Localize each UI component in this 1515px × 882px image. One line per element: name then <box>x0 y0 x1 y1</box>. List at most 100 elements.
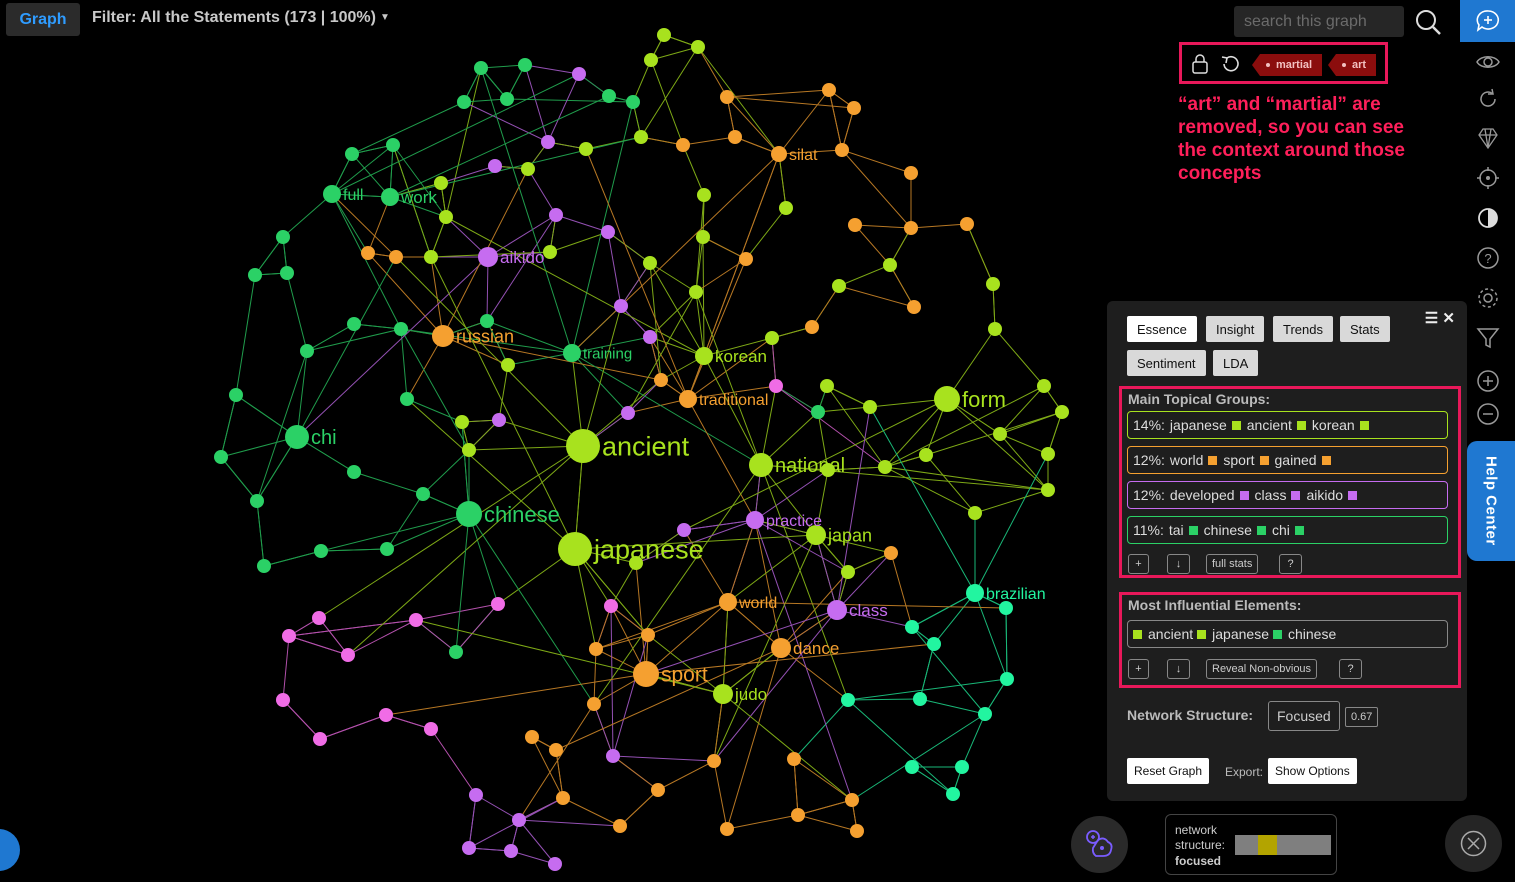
download-topics-button[interactable]: ↓ <box>1167 554 1190 574</box>
add-topic-button[interactable]: + <box>1128 554 1149 574</box>
graph-node[interactable] <box>1041 447 1055 461</box>
graph-node[interactable] <box>341 648 355 662</box>
graph-node[interactable] <box>614 299 628 313</box>
node-practice[interactable] <box>746 511 764 529</box>
graph-node[interactable] <box>439 210 453 224</box>
graph-node[interactable] <box>276 693 290 707</box>
node-chinese[interactable] <box>456 501 482 527</box>
graph-node[interactable] <box>280 266 294 280</box>
close-overlay-button[interactable] <box>1445 815 1502 872</box>
graph-node[interactable] <box>999 601 1013 615</box>
graph-node[interactable] <box>572 67 586 81</box>
graph-node[interactable] <box>841 565 855 579</box>
graph-node[interactable] <box>229 388 243 402</box>
download-influential-button[interactable]: ↓ <box>1167 659 1190 679</box>
graph-node[interactable] <box>379 708 393 722</box>
graph-node[interactable] <box>455 415 469 429</box>
graph-node[interactable] <box>214 450 228 464</box>
reveal-non-obvious-button[interactable]: Reveal Non-obvious <box>1206 659 1318 679</box>
topic-word[interactable]: chinese <box>1204 522 1252 538</box>
node-russian[interactable] <box>432 325 454 347</box>
menu-lines-icon[interactable]: ☰ <box>1425 310 1438 327</box>
graph-node[interactable] <box>968 506 982 520</box>
node-full[interactable] <box>323 185 341 203</box>
graph-node[interactable] <box>424 250 438 264</box>
node-korean[interactable] <box>695 347 713 365</box>
graph-node[interactable] <box>905 620 919 634</box>
help-icon[interactable]: ? <box>1476 246 1500 270</box>
reset-graph-button[interactable]: Reset Graph <box>1127 758 1210 784</box>
graph-node[interactable] <box>904 221 918 235</box>
topic-word[interactable]: sport <box>1223 452 1254 468</box>
settings-gear-icon[interactable] <box>1476 286 1500 310</box>
graph-node[interactable] <box>512 813 526 827</box>
graph-node[interactable] <box>820 379 834 393</box>
graph-node[interactable] <box>347 317 361 331</box>
graph-node[interactable] <box>257 559 271 573</box>
graph-node[interactable] <box>904 166 918 180</box>
graph-node[interactable] <box>634 130 648 144</box>
graph-node[interactable] <box>313 732 327 746</box>
graph-node[interactable] <box>457 95 471 109</box>
graph-node[interactable] <box>841 693 855 707</box>
topic-word[interactable]: aikido <box>1306 487 1343 503</box>
graph-node[interactable] <box>641 628 655 642</box>
topic-word[interactable]: ancient <box>1247 417 1292 433</box>
chat-button[interactable] <box>1460 0 1515 42</box>
node-brazilian[interactable] <box>966 584 984 602</box>
graph-node[interactable] <box>1041 483 1055 497</box>
graph-node[interactable] <box>492 413 506 427</box>
graph-node[interactable] <box>416 487 430 501</box>
graph-node[interactable] <box>543 245 557 259</box>
graph-node[interactable] <box>1000 672 1014 686</box>
graph-node[interactable] <box>811 405 825 419</box>
graph-node[interactable] <box>549 743 563 757</box>
tab-trends[interactable]: Trends <box>1273 316 1333 342</box>
node-world[interactable] <box>719 593 737 611</box>
graph-node[interactable] <box>347 465 361 479</box>
graph-node[interactable] <box>919 448 933 462</box>
graph-node[interactable] <box>621 406 635 420</box>
graph-node[interactable] <box>282 629 296 643</box>
graph-node[interactable] <box>504 844 518 858</box>
topic-word[interactable]: tai <box>1169 522 1184 538</box>
search-icon[interactable] <box>1412 6 1444 38</box>
graph-node[interactable] <box>300 344 314 358</box>
graph-node[interactable] <box>400 392 414 406</box>
graph-node[interactable] <box>541 135 555 149</box>
graph-node[interactable] <box>386 138 400 152</box>
topic-word[interactable]: class <box>1255 487 1287 503</box>
graph-node[interactable] <box>626 95 640 109</box>
graph-node[interactable] <box>518 58 532 72</box>
graph-node[interactable] <box>791 808 805 822</box>
node-traditional[interactable] <box>679 390 697 408</box>
graph-node[interactable] <box>689 285 703 299</box>
graph-node[interactable] <box>587 697 601 711</box>
graph-node[interactable] <box>521 162 535 176</box>
graph-node[interactable] <box>389 250 403 264</box>
add-influential-button[interactable]: + <box>1128 659 1149 679</box>
graph-node[interactable] <box>769 379 783 393</box>
graph-node[interactable] <box>644 53 658 67</box>
topic-word[interactable]: korean <box>1312 417 1355 433</box>
removed-tag-martial[interactable]: martial <box>1252 54 1323 76</box>
graph-node[interactable] <box>380 542 394 556</box>
graph-node[interactable] <box>501 358 515 372</box>
node-silat[interactable] <box>771 146 787 162</box>
graph-node[interactable] <box>589 642 603 656</box>
graph-node[interactable] <box>1055 405 1069 419</box>
removed-tag-art[interactable]: art <box>1328 54 1377 76</box>
graph-node[interactable] <box>469 788 483 802</box>
network-structure-value[interactable]: Focused <box>1268 701 1340 731</box>
close-icon[interactable]: ✕ <box>1442 310 1455 327</box>
graph-node[interactable] <box>850 824 864 838</box>
graph-node[interactable] <box>913 692 927 706</box>
graph-node[interactable] <box>960 217 974 231</box>
graph-node[interactable] <box>314 544 328 558</box>
graph-node[interactable] <box>720 822 734 836</box>
graph-node[interactable] <box>602 89 616 103</box>
topic-group-row[interactable]: 12%: developed class aikido <box>1127 481 1448 509</box>
node-dance[interactable] <box>771 638 791 658</box>
node-ancient[interactable] <box>566 429 600 463</box>
graph-node[interactable] <box>500 92 514 106</box>
